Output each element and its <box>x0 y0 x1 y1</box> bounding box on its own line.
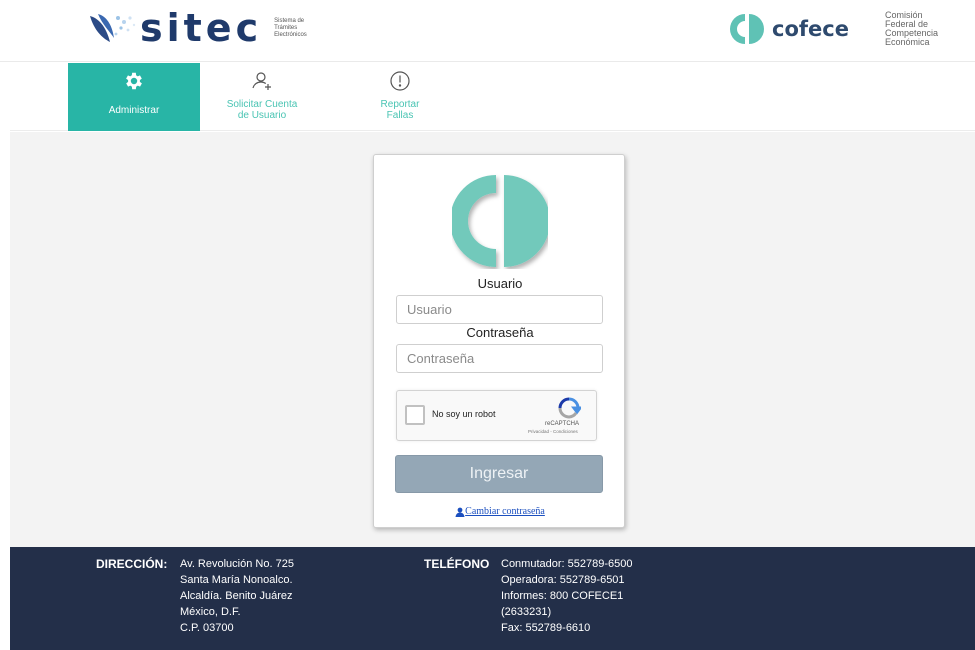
phone-label: TELÉFONO <box>424 557 490 571</box>
nav-item-administrar[interactable]: Administrar <box>68 63 200 131</box>
alert-icon <box>389 63 411 99</box>
header: sitec Sistema de Trámites Electrónicos c… <box>0 0 975 62</box>
sitec-subtitle-line: Trámites <box>274 24 298 31</box>
recaptcha-brand: reCAPTCHA <box>545 421 580 427</box>
sitec-wordmark: sitec <box>140 6 263 50</box>
nav-label-reportar-fallas: Reportar Fallas <box>381 99 420 121</box>
cofece-wordmark: cofece <box>772 17 849 41</box>
footer: DIRECCIÓN: Av. Revolución No. 725 Santa … <box>10 547 975 650</box>
cofece-subtitle-line: Económica <box>885 37 930 47</box>
user-icon <box>455 507 465 517</box>
recaptcha-checkbox[interactable] <box>405 405 425 425</box>
nav-label-solicitar-cuenta: Solicitar Cuenta de Usuario <box>227 99 298 121</box>
cofece-mark-icon <box>730 14 764 44</box>
sitec-subtitle: Sistema de Trámites Electrónicos <box>274 18 324 39</box>
phone-line: Conmutador: 552789-6500 <box>501 558 633 570</box>
recaptcha-terms-link[interactable]: Privacidad - Condiciones <box>528 429 578 434</box>
cofece-card-logo-icon <box>452 175 548 267</box>
nav-item-reportar-fallas[interactable]: Reportar Fallas <box>334 63 466 131</box>
sitec-subtitle-line: Electrónicos <box>274 31 307 38</box>
address-line: C.P. 03700 <box>180 622 234 634</box>
cofece-subtitle: Comisión Federal de Competencia Económic… <box>885 11 965 47</box>
address-line: Santa María Nonoalco. <box>180 574 293 586</box>
phone-line: (2633231) <box>501 606 552 618</box>
phone-block: Conmutador: 552789-6500 Operadora: 55278… <box>501 556 632 636</box>
address-label: DIRECCIÓN: <box>96 557 168 571</box>
nav-label-line: de Usuario <box>237 110 287 121</box>
phone-line: Fax: 552789-6610 <box>501 622 591 634</box>
nav-label-line: Solicitar Cuenta <box>226 99 298 110</box>
login-submit-button[interactable]: Ingresar <box>395 455 603 493</box>
password-label: Contraseña <box>466 325 534 340</box>
gear-icon <box>123 63 145 99</box>
recaptcha-label: No soy un robot <box>432 409 496 419</box>
address-line: Alcaldía. Benito Juárez <box>180 590 293 602</box>
change-password-text: Cambiar contraseña <box>465 506 545 517</box>
phone-line: Operadora: 552789-6501 <box>501 574 625 586</box>
password-input[interactable] <box>396 344 603 373</box>
address-line: México, D.F. <box>180 606 241 618</box>
address-line: Av. Revolución No. 725 <box>180 558 294 570</box>
phone-line: Informes: 800 COFECE1 <box>501 590 624 602</box>
cofece-logo[interactable]: cofece <box>730 12 849 46</box>
nav-label-line: Fallas <box>386 110 414 121</box>
nav-item-solicitar-cuenta[interactable]: Solicitar Cuenta de Usuario <box>196 63 328 131</box>
recaptcha-widget: No soy un robot reCAPTCHA Privacidad - C… <box>396 390 597 441</box>
sitec-logo[interactable]: sitec Sistema de Trámites Electrónicos <box>88 8 324 48</box>
username-input[interactable] <box>396 295 603 324</box>
sitec-bird-icon <box>90 14 136 42</box>
change-password-link[interactable]: Cambiar contraseña <box>374 506 626 517</box>
login-card: Usuario Contraseña No soy un robot reCAP… <box>373 154 625 528</box>
username-label: Usuario <box>477 276 523 291</box>
main-nav: Administrar Solicitar Cuenta de Usuario … <box>10 63 975 131</box>
nav-label-line: Reportar <box>380 99 420 110</box>
nav-label-administrar: Administrar <box>108 105 160 116</box>
recaptcha-logo-icon <box>558 397 581 419</box>
add-user-icon <box>250 63 274 99</box>
address-block: Av. Revolución No. 725 Santa María Nonoa… <box>180 556 294 636</box>
sitec-subtitle-line: Sistema de <box>274 17 305 24</box>
